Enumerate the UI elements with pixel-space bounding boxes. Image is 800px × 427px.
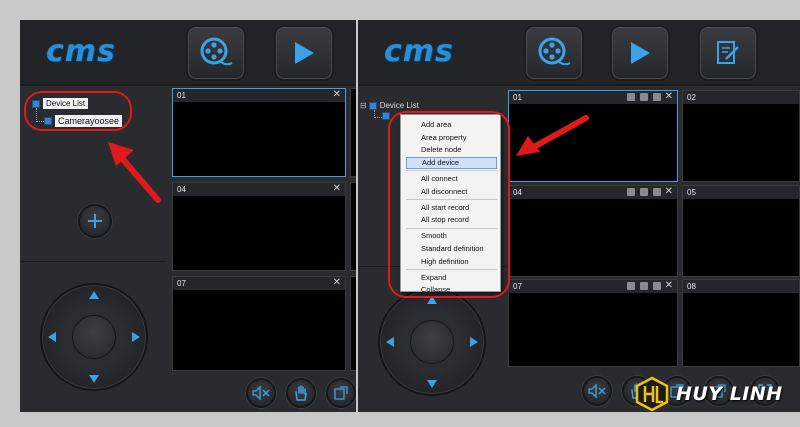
divider (20, 261, 166, 262)
toolbar: cms (358, 20, 800, 86)
ptz-left-icon (48, 332, 56, 342)
play-icon (295, 42, 314, 64)
video-camera-icon[interactable] (640, 188, 648, 196)
snapshot-icon[interactable] (653, 282, 661, 290)
config-button[interactable] (700, 27, 756, 79)
ptz-right-icon (132, 332, 140, 342)
close-icon[interactable]: ✕ (333, 183, 341, 194)
microphone-icon[interactable] (627, 188, 635, 196)
add-icon (88, 214, 102, 228)
ptz-right-icon (470, 337, 478, 347)
film-reel-icon (200, 37, 233, 66)
ptz-control[interactable] (40, 283, 148, 391)
snapshot-icon[interactable] (653, 93, 661, 101)
video-tile[interactable]: 07 ✕ (172, 276, 346, 371)
video-playback-button[interactable] (188, 27, 244, 79)
tile-number: 05 (687, 188, 696, 197)
mute-icon (588, 384, 606, 398)
ptz-left-icon (386, 337, 394, 347)
cms-window-left: cms Device List Camerayoosee 01 ✕ 04 ✕ 0… (20, 20, 356, 412)
edit-document-icon (717, 41, 739, 64)
video-tile[interactable]: 02 (682, 90, 800, 182)
video-tile[interactable]: 04 ✕ (172, 182, 346, 271)
ptz-arrows (48, 291, 140, 383)
tree-connector (374, 110, 382, 118)
video-camera-icon[interactable] (640, 282, 648, 290)
mute-button[interactable] (582, 376, 612, 406)
brand-logo-icon (635, 376, 669, 412)
close-icon[interactable]: ✕ (333, 277, 341, 288)
annotation-ellipse (388, 111, 510, 298)
mute-icon (252, 386, 270, 400)
folder-icon (368, 101, 377, 110)
close-icon[interactable]: ✕ (333, 89, 341, 100)
close-icon[interactable]: ✕ (665, 280, 673, 291)
tree-root-device-list[interactable]: ⊟ Device List (360, 101, 419, 110)
annotation-arrow (516, 115, 589, 156)
annotation-ellipse (24, 91, 132, 131)
annotation-arrow (108, 142, 161, 203)
camera-node-icon (382, 112, 390, 120)
hand-icon (295, 385, 307, 401)
close-icon[interactable]: ✕ (665, 91, 673, 102)
microphone-icon[interactable] (627, 93, 635, 101)
play-button[interactable] (276, 27, 332, 79)
ptz-up-icon (89, 291, 99, 299)
close-icon[interactable]: ✕ (665, 186, 673, 197)
video-playback-button[interactable] (526, 27, 582, 79)
video-tile[interactable]: 08 (682, 279, 800, 367)
toolbar: cms (20, 20, 356, 86)
tile-number: 04 (177, 185, 186, 194)
play-button[interactable] (612, 27, 668, 79)
tile-number: 02 (687, 93, 696, 102)
tile-number: 07 (513, 282, 522, 291)
mute-button[interactable] (246, 378, 276, 408)
ptz-down-icon (89, 375, 99, 383)
ptz-down-icon (427, 380, 437, 388)
video-tile[interactable]: 07 ✕ (508, 279, 678, 367)
cms-logo: cms (46, 34, 116, 69)
stop-all-button[interactable] (286, 378, 316, 408)
video-tile-partial (350, 182, 356, 271)
exit-button[interactable] (326, 378, 356, 408)
tile-number: 04 (513, 188, 522, 197)
tile-number: 07 (177, 279, 186, 288)
video-tile[interactable]: 04 ✕ (508, 185, 678, 277)
exit-icon (334, 386, 348, 400)
ptz-control[interactable] (378, 288, 486, 396)
collapse-icon[interactable]: ⊟ (360, 101, 367, 110)
snapshot-icon[interactable] (653, 188, 661, 196)
video-tile-partial (350, 88, 356, 177)
ptz-arrows (386, 296, 478, 388)
add-device-button[interactable] (78, 204, 112, 238)
video-camera-icon[interactable] (640, 93, 648, 101)
tile-number: 08 (687, 282, 696, 291)
microphone-icon[interactable] (627, 282, 635, 290)
film-reel-icon (538, 37, 571, 66)
play-icon (631, 42, 650, 64)
cms-logo: cms (384, 34, 454, 69)
brand-name: HUY LINH (676, 383, 783, 405)
video-tile[interactable]: 05 (682, 185, 800, 277)
video-tile[interactable]: 01 ✕ (172, 88, 346, 177)
tile-number: 01 (177, 91, 186, 100)
tile-number: 01 (513, 93, 522, 102)
brand-watermark: HUY LINH (634, 376, 783, 412)
video-tile-partial (350, 276, 356, 371)
